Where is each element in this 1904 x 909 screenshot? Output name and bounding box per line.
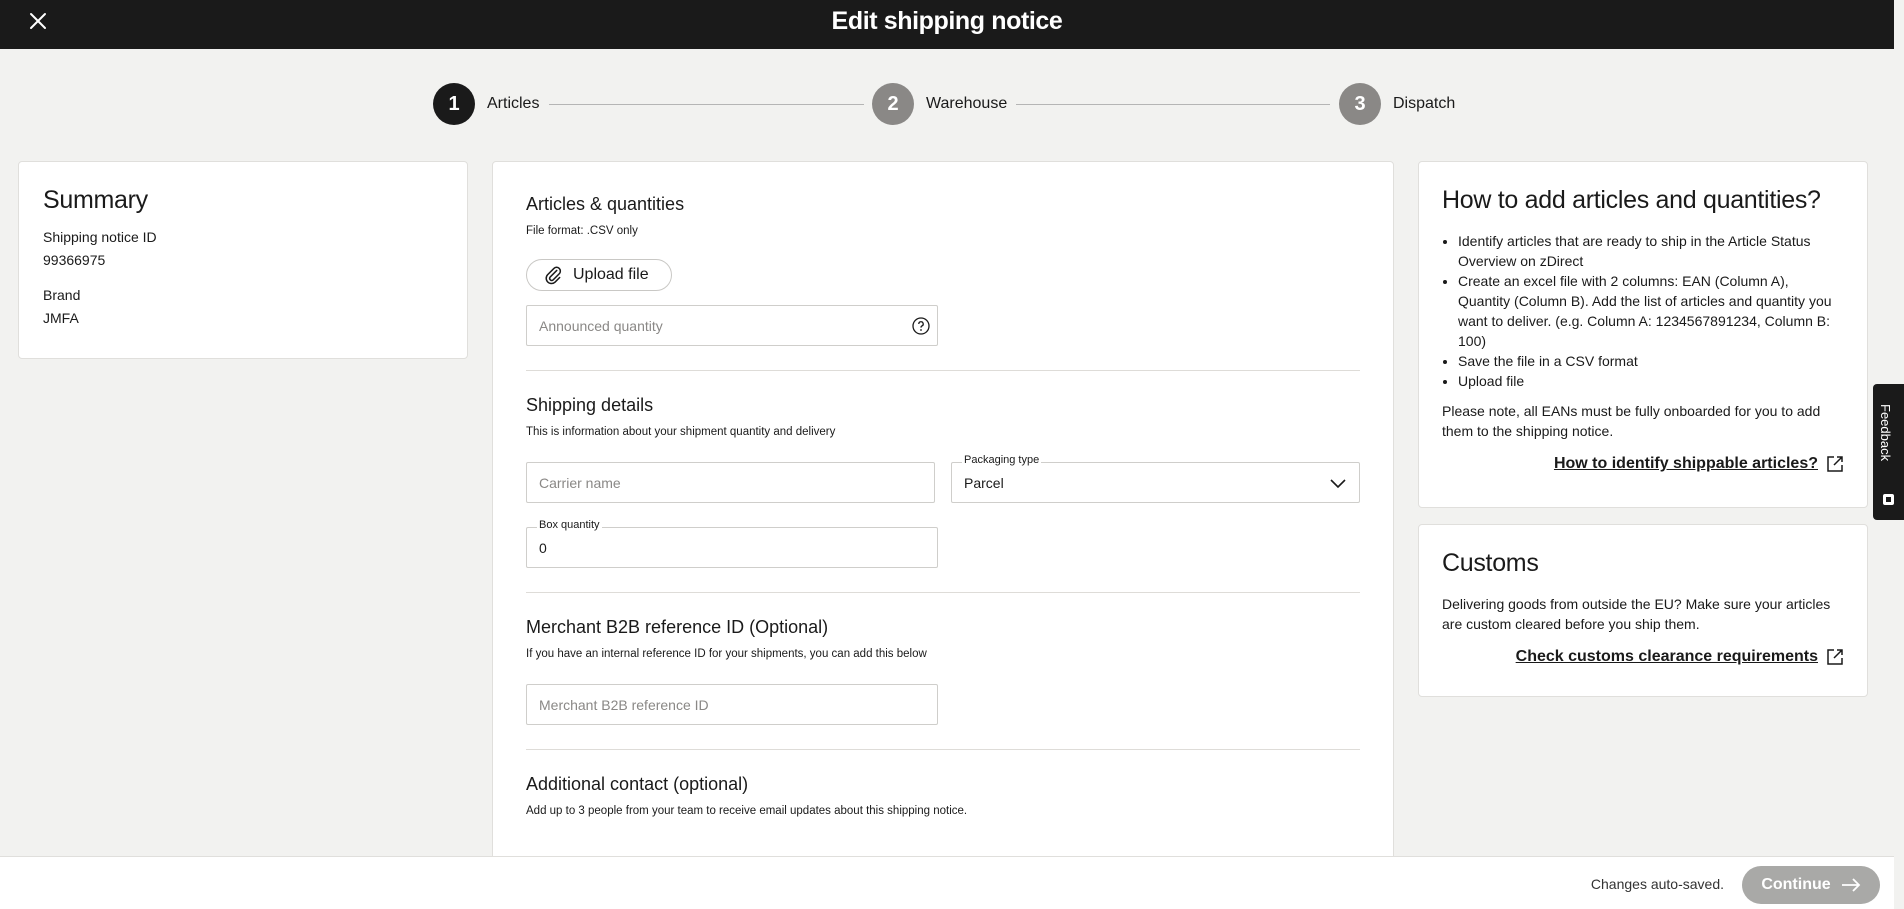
customs-text: Delivering goods from outside the EU? Ma… xyxy=(1442,596,1831,632)
merchant-reference-input[interactable]: Merchant B2B reference ID xyxy=(526,684,938,725)
section-divider xyxy=(526,749,1360,750)
shippable-articles-link[interactable]: How to identify shippable articles? xyxy=(1442,455,1844,473)
carrier-name-placeholder: Carrier name xyxy=(539,475,621,491)
brand-value: JMFA xyxy=(43,310,79,326)
step-number: 1 xyxy=(433,83,475,125)
eans-note: Please note, all EANs must be fully onbo… xyxy=(1442,403,1821,439)
step-dispatch[interactable]: 3 Dispatch xyxy=(1339,83,1455,125)
announced-quantity-input[interactable]: Announced quantity xyxy=(526,305,938,346)
how-to-title: How to add articles and quantities? xyxy=(1442,186,1821,214)
list-item: Upload file xyxy=(1458,371,1844,391)
feedback-label: Feedback xyxy=(1878,404,1893,462)
help-icon[interactable] xyxy=(911,316,931,336)
step-label: Articles xyxy=(487,95,540,112)
external-link-icon xyxy=(1827,456,1843,472)
feedback-icon xyxy=(1883,494,1894,505)
summary-card: Summary Shipping notice ID 99366975 Bran… xyxy=(18,161,468,359)
shippable-articles-link-label: How to identify shippable articles? xyxy=(1553,455,1818,472)
upload-file-button[interactable]: Upload file xyxy=(526,259,672,291)
packaging-type-select[interactable]: Packaging type Parcel xyxy=(951,454,1360,503)
packaging-type-value: Parcel xyxy=(964,475,1004,491)
step-number: 3 xyxy=(1339,83,1381,125)
shipping-notice-id-value: 99366975 xyxy=(43,252,106,268)
feedback-tab[interactable]: Feedback xyxy=(1873,384,1904,520)
continue-label: Continue xyxy=(1761,876,1831,893)
how-to-list: Identify articles that are ready to ship… xyxy=(1442,231,1844,391)
step-label: Warehouse xyxy=(926,95,1008,112)
step-label: Dispatch xyxy=(1393,95,1456,112)
list-item: Save the file in a CSV format xyxy=(1458,351,1844,371)
section-divider xyxy=(526,370,1360,371)
brand-label: Brand xyxy=(43,287,81,303)
announced-quantity-placeholder: Announced quantity xyxy=(539,318,663,334)
paperclip-icon xyxy=(545,266,562,285)
step-connector xyxy=(1016,104,1330,105)
box-quantity-input[interactable]: Box quantity 0 xyxy=(526,519,938,568)
shipping-details-subtitle: This is information about your shipment … xyxy=(526,426,836,438)
top-bar: Edit shipping notice xyxy=(0,0,1894,49)
bottom-bar: Changes auto-saved. Continue xyxy=(0,856,1894,909)
list-item: Create an excel file with 2 columns: EAN… xyxy=(1458,271,1844,351)
shipping-notice-id-label: Shipping notice ID xyxy=(43,229,157,245)
customs-card: Customs Delivering goods from outside th… xyxy=(1418,524,1868,697)
merchant-reference-title: Merchant B2B reference ID (Optional) xyxy=(526,617,829,637)
section-divider xyxy=(526,592,1360,593)
arrow-right-icon xyxy=(1841,878,1860,892)
page-title: Edit shipping notice xyxy=(831,7,1063,35)
stepper: 1 Articles 2 Warehouse 3 Dispatch xyxy=(433,83,1457,125)
continue-button[interactable]: Continue xyxy=(1742,866,1880,904)
additional-contact-subtitle: Add up to 3 people from your team to rec… xyxy=(526,805,968,817)
step-connector xyxy=(549,104,864,105)
external-link-icon xyxy=(1827,649,1843,665)
shipping-details-title: Shipping details xyxy=(526,395,654,415)
merchant-reference-placeholder: Merchant B2B reference ID xyxy=(539,697,709,713)
articles-title: Articles & quantities xyxy=(526,194,685,214)
carrier-name-input[interactable]: Carrier name xyxy=(526,462,935,503)
packaging-type-label: Packaging type xyxy=(962,454,1042,466)
autosave-status: Changes auto-saved. xyxy=(1590,876,1724,892)
shipping-row: Carrier name Packaging type Parcel xyxy=(526,454,1360,503)
additional-contact-title: Additional contact (optional) xyxy=(526,774,749,794)
list-item: Identify articles that are ready to ship… xyxy=(1458,231,1844,271)
summary-title: Summary xyxy=(43,186,148,214)
customs-title: Customs xyxy=(1442,549,1539,577)
step-articles[interactable]: 1 Articles xyxy=(433,83,539,125)
upload-file-label: Upload file xyxy=(573,266,649,283)
how-to-card: How to add articles and quantities? Iden… xyxy=(1418,161,1868,508)
step-number: 2 xyxy=(872,83,914,125)
merchant-reference-subtitle: If you have an internal reference ID for… xyxy=(526,648,927,660)
box-quantity-label: Box quantity xyxy=(537,519,602,531)
articles-subtitle: File format: .CSV only xyxy=(526,225,638,237)
form-card: Articles & quantities File format: .CSV … xyxy=(492,161,1394,861)
chevron-down-icon xyxy=(1330,479,1346,489)
box-quantity-value: 0 xyxy=(539,540,547,556)
customs-requirements-link[interactable]: Check customs clearance requirements xyxy=(1442,648,1844,666)
step-warehouse[interactable]: 2 Warehouse xyxy=(872,83,1007,125)
customs-requirements-link-label: Check customs clearance requirements xyxy=(1515,648,1818,665)
